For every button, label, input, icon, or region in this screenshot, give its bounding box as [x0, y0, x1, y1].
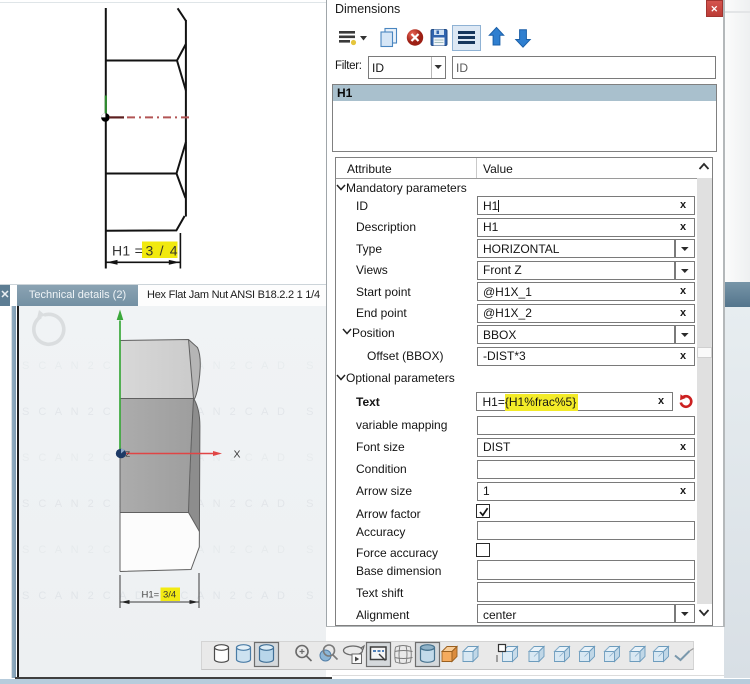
svg-text:H1=: H1=: [141, 590, 159, 601]
svg-text:X: X: [233, 449, 240, 461]
svg-text:Z: Z: [125, 450, 130, 459]
svg-text:3 / 4: 3 / 4: [146, 243, 179, 259]
svg-text:3/4: 3/4: [163, 590, 176, 601]
svg-text:H1 =: H1 =: [112, 243, 143, 259]
